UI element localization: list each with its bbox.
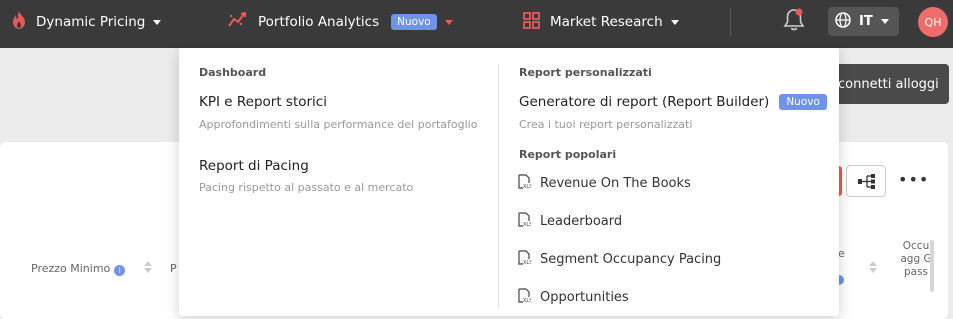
column-header-partial[interactable]: P [170, 262, 177, 275]
connect-listings-button[interactable]: connetti alloggi [820, 64, 949, 104]
report-item-label: Segment Occupancy Pacing [540, 251, 722, 267]
nav-dynamic-pricing-label: Dynamic Pricing [36, 14, 146, 30]
xls-file-icon: XLS [518, 249, 532, 269]
nav-portfolio-analytics-label: Portfolio Analytics [258, 14, 380, 30]
nav-portfolio-analytics[interactable]: Portfolio Analytics Nuovo [228, 0, 453, 44]
hierarchy-button[interactable] [846, 165, 886, 197]
column-header-occupancy[interactable]: Occu agg G pass [900, 240, 932, 279]
report-item-leaderboard[interactable]: XLS Leaderboard [518, 211, 622, 231]
scrollbar[interactable] [930, 240, 934, 292]
dropdown-divider [498, 64, 499, 308]
column-header-min-price[interactable]: Prezzo Minimo i [31, 262, 126, 276]
trend-chart-icon [228, 11, 248, 32]
menu-item-report-builder-label: Generatore di report (Report Builder) [519, 94, 770, 110]
section-popular-reports: Report popolari [519, 148, 617, 161]
column-min-price-label: Prezzo Minimo [31, 262, 111, 275]
globe-icon [835, 11, 851, 32]
xls-file-icon: XLS [518, 173, 532, 193]
report-item-revenue-on-the-books[interactable]: XLS Revenue On The Books [518, 173, 691, 193]
report-item-segment-occupancy-pacing[interactable]: XLS Segment Occupancy Pacing [518, 249, 721, 269]
report-item-label: Revenue On The Books [540, 175, 691, 191]
svg-text:XLS: XLS [523, 184, 531, 189]
portfolio-analytics-dropdown: Dashboard KPI e Report storici Approfond… [179, 48, 839, 316]
menu-item-report-builder-desc: Crea i tuoi report personalizzati [519, 118, 693, 131]
sort-icon[interactable] [144, 261, 152, 273]
report-item-opportunities[interactable]: XLS Opportunities [518, 287, 629, 307]
info-icon[interactable]: i [114, 265, 126, 276]
flame-icon [12, 11, 26, 33]
nav-divider [730, 8, 731, 36]
nav-dynamic-pricing[interactable]: Dynamic Pricing [12, 0, 162, 44]
hierarchy-icon [858, 174, 875, 189]
menu-item-kpi-reports-desc: Approfondimenti sulla performance del po… [199, 118, 478, 131]
sort-icon[interactable] [869, 261, 877, 273]
xls-file-icon: XLS [518, 287, 532, 307]
section-dashboard: Dashboard [199, 66, 267, 79]
top-navigation-bar: Dynamic Pricing Portfolio Analytics Nuov… [0, 0, 953, 48]
chevron-down-icon [153, 19, 162, 25]
menu-item-pacing-report-desc: Pacing rispetto al passato e al mercato [199, 181, 414, 194]
report-item-label: Opportunities [540, 289, 629, 305]
chevron-down-icon [444, 19, 453, 25]
chevron-down-icon [880, 19, 889, 24]
chevron-down-icon [670, 19, 679, 25]
menu-item-report-builder[interactable]: Generatore di report (Report Builder) Nuo… [519, 94, 827, 110]
report-item-label: Leaderboard [540, 213, 623, 229]
column-header-e: e [838, 247, 845, 260]
new-badge: Nuovo [391, 14, 437, 30]
menu-item-kpi-reports[interactable]: KPI e Report storici [199, 94, 327, 110]
language-selector[interactable]: IT [828, 7, 899, 36]
menu-item-pacing-report[interactable]: Report di Pacing [199, 158, 309, 174]
language-label: IT [859, 14, 873, 29]
nav-market-research[interactable]: Market Research [523, 0, 679, 44]
user-avatar[interactable]: QH [918, 7, 948, 37]
svg-text:XLS: XLS [523, 260, 531, 265]
svg-text:XLS: XLS [523, 298, 531, 303]
section-custom-reports: Report personalizzati [519, 66, 652, 79]
new-badge: Nuovo [779, 94, 827, 110]
grid-icon [523, 11, 540, 33]
nav-market-research-label: Market Research [550, 14, 663, 30]
more-options-icon[interactable]: ••• [898, 170, 929, 189]
bell-icon[interactable] [782, 7, 806, 37]
svg-text:XLS: XLS [523, 222, 531, 227]
xls-file-icon: XLS [518, 211, 532, 231]
